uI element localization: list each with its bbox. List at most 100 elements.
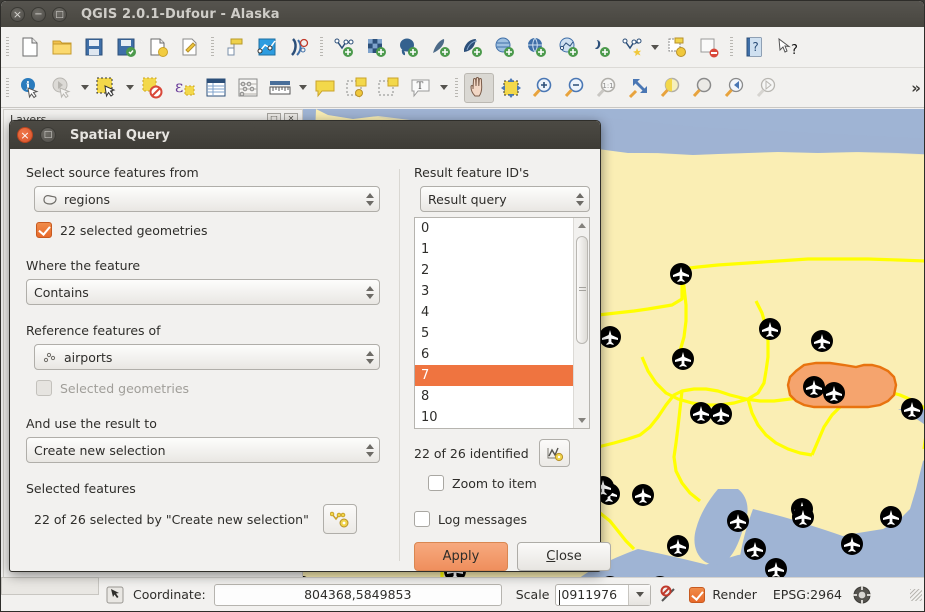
coordinate-capture-icon[interactable] [105, 585, 125, 605]
remove-layer-icon[interactable] [694, 32, 724, 62]
run-feature-action-icon[interactable] [47, 73, 77, 103]
toolbar-grip[interactable] [4, 77, 11, 99]
combobox-spinner-icon[interactable] [573, 188, 586, 210]
toolbar-grip[interactable] [209, 36, 216, 58]
result-id-item[interactable]: 2 [415, 260, 573, 281]
new-memory-layer-icon[interactable] [617, 32, 647, 62]
add-spatialite-layer-icon[interactable] [425, 32, 455, 62]
new-print-composer-icon[interactable] [143, 32, 173, 62]
zoom-to-item-row[interactable]: Zoom to item [428, 475, 590, 491]
result-id-item[interactable]: 10 [415, 407, 573, 428]
predicate-combobox[interactable]: Contains [26, 279, 380, 305]
add-wms-layer-icon[interactable] [521, 32, 551, 62]
add-postgis-layer-icon[interactable] [393, 32, 423, 62]
new-project-icon[interactable] [15, 32, 45, 62]
coordinate-input[interactable]: 804368,5849853 [214, 584, 502, 606]
zoom-next-icon[interactable] [752, 73, 782, 103]
identify-features-icon[interactable]: i [15, 73, 45, 103]
dialog-maximize-button[interactable] [40, 127, 56, 143]
result-id-item[interactable]: 4 [415, 302, 573, 323]
result-id-item[interactable]: 6 [415, 344, 573, 365]
measure-line-icon[interactable] [265, 73, 295, 103]
zoom-full-icon[interactable] [624, 73, 654, 103]
zoom-to-item-checkbox[interactable] [428, 475, 444, 491]
pan-map-icon[interactable] [464, 73, 494, 103]
zoom-out-icon[interactable] [560, 73, 590, 103]
scale-value[interactable]: 0911976 [556, 587, 628, 602]
result-id-item[interactable]: 8 [415, 386, 573, 407]
reference-layer-combobox[interactable]: airports [34, 344, 380, 370]
crs-status-icon[interactable] [852, 585, 872, 605]
result-id-item[interactable]: 7 [415, 365, 573, 386]
toolbar-grip[interactable] [453, 77, 460, 99]
layer-properties-icon[interactable] [662, 32, 692, 62]
result-id-item[interactable]: 5 [415, 323, 573, 344]
zoom-to-layer-icon[interactable] [688, 73, 718, 103]
source-layer-combobox[interactable]: regions [34, 186, 380, 212]
result-query-combobox[interactable]: Result query [420, 186, 590, 212]
scale-combobox[interactable]: 0911976 [555, 584, 651, 606]
dialog-close-button[interactable] [17, 127, 33, 143]
close-button[interactable]: Close [517, 542, 611, 571]
toolbar-grip[interactable] [318, 36, 325, 58]
chevron-down-icon[interactable] [628, 585, 650, 605]
chevron-down-icon[interactable] [648, 32, 661, 62]
new-vector-layer-icon[interactable] [329, 32, 359, 62]
data-source-manager-icon[interactable] [220, 32, 250, 62]
combobox-spinner-icon[interactable] [363, 281, 376, 303]
add-mssql-layer-icon[interactable] [457, 32, 487, 62]
zoom-last-icon[interactable] [720, 73, 750, 103]
result-id-item[interactable]: 1 [415, 239, 573, 260]
new-raster-layer-icon[interactable] [361, 32, 391, 62]
save-project-icon[interactable] [79, 32, 109, 62]
combobox-spinner-icon[interactable] [363, 439, 376, 461]
result-id-item[interactable]: 3 [415, 281, 573, 302]
result-action-combobox[interactable]: Create new selection [26, 437, 380, 463]
chevron-down-icon[interactable] [78, 73, 91, 103]
zoom-actual-size-icon[interactable]: 1:1 [592, 73, 622, 103]
text-annotation-icon[interactable]: T [406, 73, 436, 103]
maximize-window-button[interactable] [52, 7, 67, 22]
add-wfs-layer-icon[interactable] [553, 32, 583, 62]
result-ids-list[interactable]: 0123456781012 [414, 217, 590, 429]
scroll-down-icon[interactable] [574, 413, 590, 428]
zoom-to-selection-icon[interactable] [656, 73, 686, 103]
open-project-icon[interactable] [47, 32, 77, 62]
add-wcs-layer-icon[interactable] [585, 32, 615, 62]
zoom-in-icon[interactable] [528, 73, 558, 103]
source-selected-geometries-checkbox[interactable] [36, 222, 52, 238]
create-layer-from-identified-button[interactable] [539, 439, 570, 467]
source-selected-geometries-row[interactable]: 22 selected geometries [36, 222, 384, 238]
pan-to-selection-icon[interactable] [496, 73, 526, 103]
scroll-up-icon[interactable] [574, 218, 589, 233]
add-vector-layer-icon[interactable] [252, 32, 282, 62]
create-layer-from-selection-button[interactable] [323, 504, 357, 534]
log-messages-checkbox[interactable] [414, 511, 430, 527]
chevron-down-icon[interactable] [437, 73, 450, 103]
deselect-features-icon[interactable] [137, 73, 167, 103]
resize-grip[interactable] [910, 589, 922, 601]
add-raster-layer-icon[interactable] [284, 32, 314, 62]
minimize-window-button[interactable] [31, 7, 46, 22]
new-bookmark-icon[interactable] [342, 73, 372, 103]
composer-manager-icon[interactable] [175, 32, 205, 62]
toolbar-grip[interactable] [728, 36, 735, 58]
toolbar-overflow-icon[interactable]: » [911, 79, 921, 97]
result-id-item[interactable]: 12 [415, 428, 573, 429]
save-project-as-icon[interactable] [111, 32, 141, 62]
combobox-spinner-icon[interactable] [363, 346, 376, 368]
select-features-icon[interactable] [92, 73, 122, 103]
apply-button[interactable]: Apply [414, 542, 508, 571]
scrollbar-thumb[interactable] [576, 236, 588, 344]
log-messages-row[interactable]: Log messages [414, 511, 590, 527]
combobox-spinner-icon[interactable] [363, 188, 376, 210]
result-id-item[interactable]: 0 [415, 218, 573, 239]
open-attribute-table-icon[interactable] [201, 73, 231, 103]
show-bookmarks-icon[interactable] [374, 73, 404, 103]
help-contents-icon[interactable]: ? [739, 32, 769, 62]
toolbar-grip[interactable] [4, 36, 11, 58]
add-oracle-layer-icon[interactable] [489, 32, 519, 62]
chevron-down-icon[interactable] [123, 73, 136, 103]
scale-lock-icon[interactable] [659, 585, 679, 605]
open-field-calculator-icon[interactable] [233, 73, 263, 103]
